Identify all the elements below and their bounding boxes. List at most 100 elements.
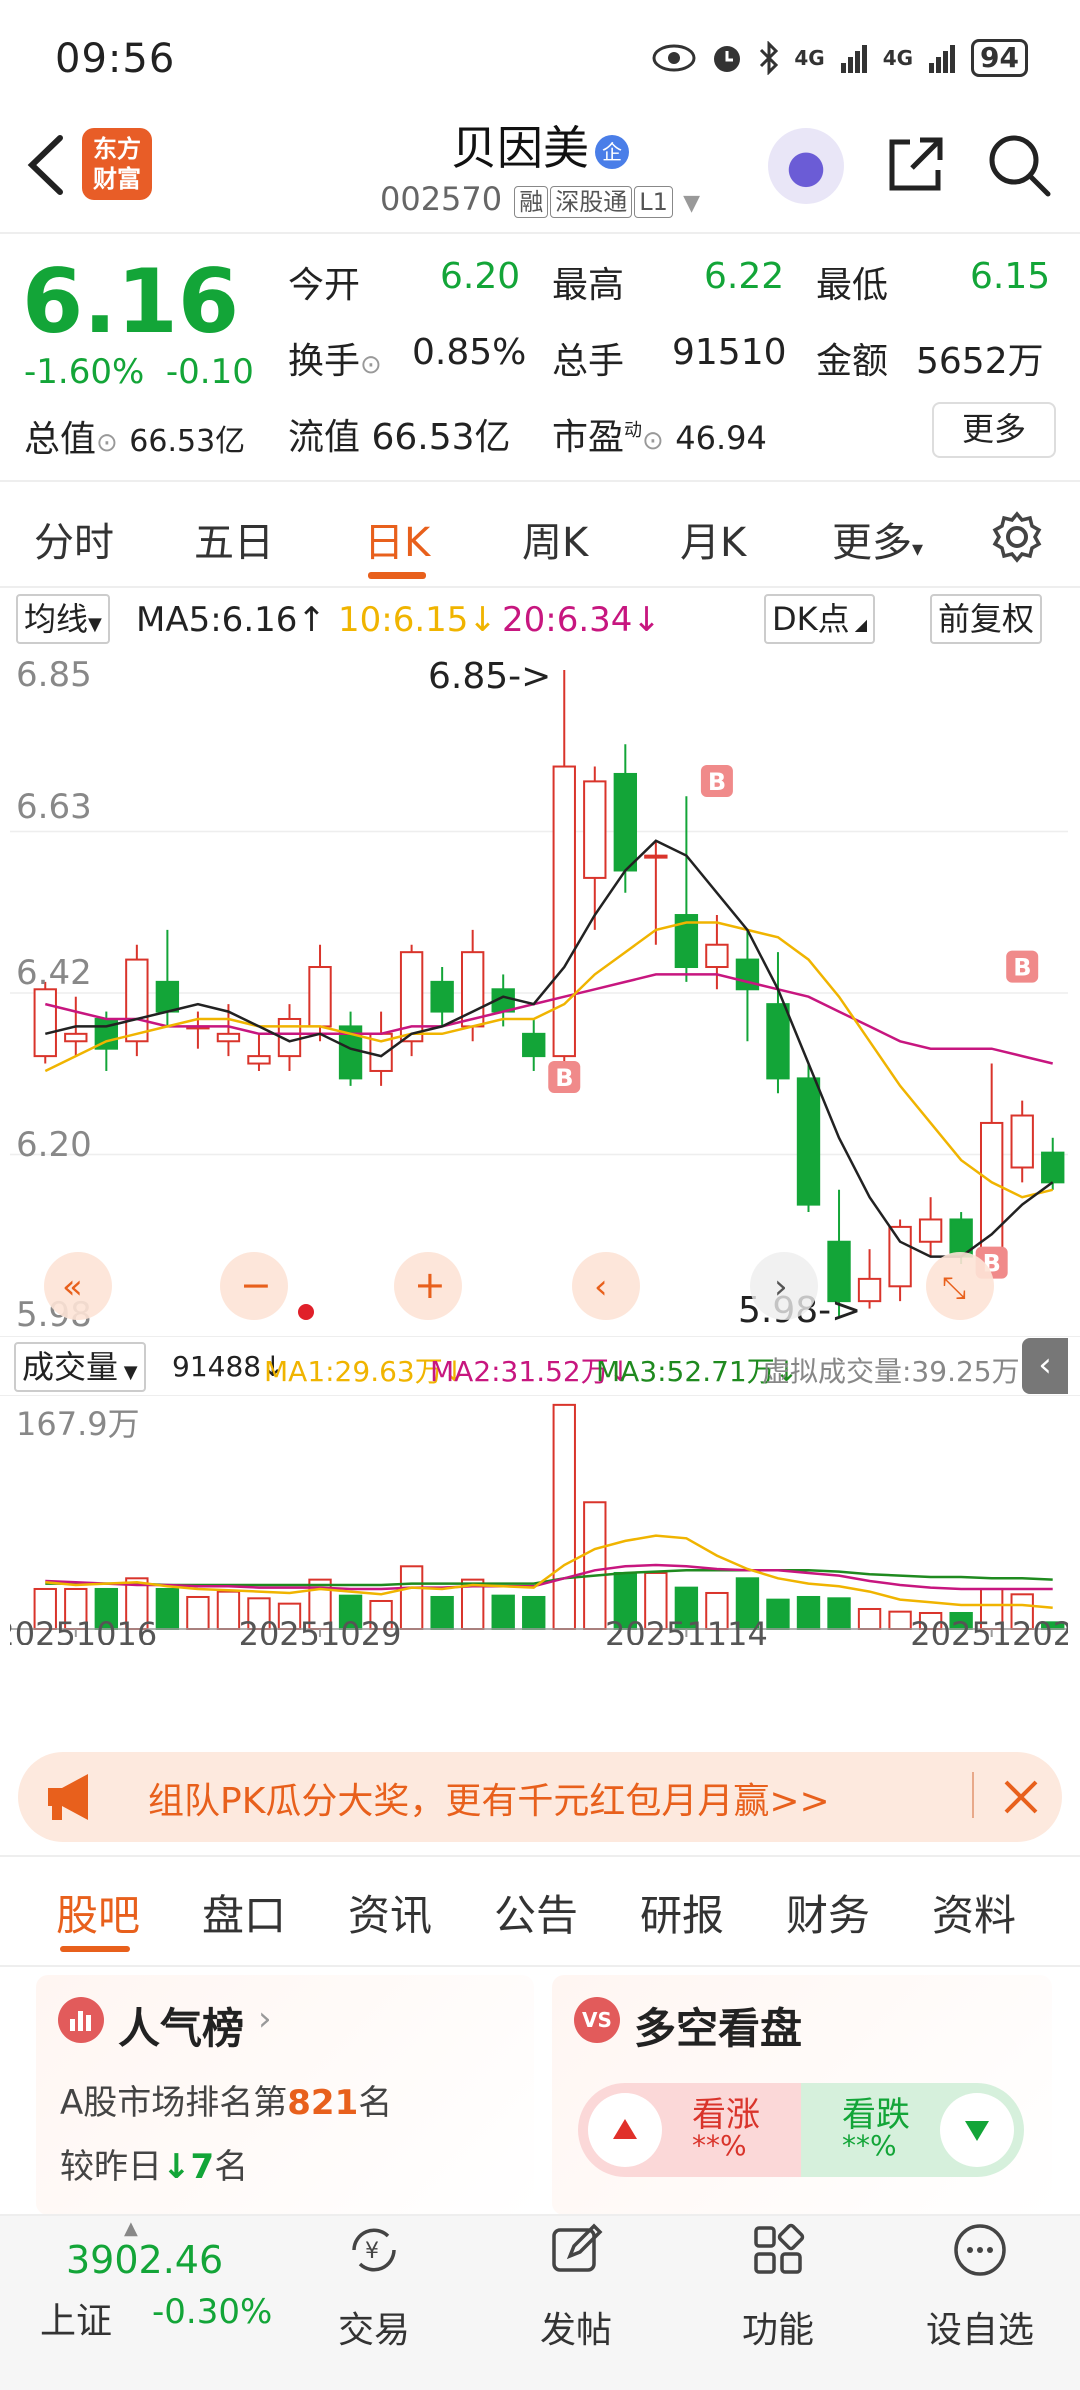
section-tab-indicator	[60, 1946, 130, 1952]
tag-level: L1	[634, 186, 673, 218]
candle-body	[583, 780, 607, 879]
candle-body	[1010, 1114, 1034, 1169]
open-value: 6.20	[440, 256, 521, 297]
zoom-out-button[interactable]: −	[220, 1252, 288, 1320]
candle	[796, 1063, 821, 1213]
assistant-avatar[interactable]	[768, 128, 844, 204]
tab-research[interactable]: 研报	[640, 1882, 724, 1943]
turnover-value: 0.85%	[412, 332, 527, 373]
status-icons: 4G 4G 94	[652, 36, 1028, 80]
chart-bars-icon	[58, 1997, 104, 2043]
tab-financials[interactable]: 财务	[786, 1882, 870, 1943]
close-icon[interactable]	[998, 1774, 1044, 1820]
high-label: 最高	[552, 265, 625, 306]
scroll-right-button[interactable]: ›	[750, 1252, 818, 1320]
share-icon[interactable]	[884, 132, 948, 196]
volume-max-label: 167.9万	[16, 1405, 140, 1443]
tab-monthly-k[interactable]: 月K	[680, 510, 746, 568]
ma10-value: 10:6.15↓	[338, 600, 497, 640]
battery-indicator: 94	[971, 39, 1028, 77]
fullscreen-button[interactable]: ⤡	[926, 1252, 994, 1320]
index-value[interactable]: 3902.46	[66, 2238, 223, 2282]
signal-icon-2: 4G	[882, 46, 914, 70]
tabs-divider	[0, 586, 1080, 588]
volume-bar	[552, 1403, 576, 1630]
nav-trade[interactable]: ¥ 交易	[304, 2220, 444, 2353]
collapse-panel-button[interactable]: ‹	[1022, 1338, 1068, 1394]
scroll-left-button[interactable]: ‹	[572, 1252, 640, 1320]
amount-label: 金额	[816, 341, 889, 382]
tab-profile[interactable]: 资料	[932, 1882, 1016, 1943]
tab-news[interactable]: 资讯	[348, 1882, 432, 1943]
megaphone-icon	[48, 1774, 88, 1820]
adjust-selector[interactable]: 前复权	[930, 594, 1043, 644]
dk-point-toggle[interactable]: DK点 ◢	[764, 594, 876, 644]
zoom-in-button[interactable]: +	[394, 1252, 462, 1320]
candle	[369, 1011, 393, 1086]
grid-icon	[754, 2223, 805, 2274]
scroll-left-fast-button[interactable]: «	[44, 1252, 112, 1320]
svg-text:−: −	[240, 1263, 272, 1307]
nav-features[interactable]: 功能	[708, 2220, 848, 2353]
settings-gear-icon[interactable]	[990, 510, 1044, 564]
tab-intraday[interactable]: 分时	[34, 510, 114, 568]
x-tick-label: 20251016	[10, 1615, 157, 1645]
candle-body	[247, 1055, 271, 1065]
search-icon[interactable]	[986, 132, 1052, 198]
nav-post[interactable]: 发帖	[506, 2220, 646, 2353]
total-market-value: 总值⊙ 66.53亿	[24, 419, 246, 460]
candle-body	[918, 1218, 943, 1243]
popularity-card[interactable]: 人气榜 › A股市场排名第821名 较昨日↓7名	[36, 1975, 534, 2215]
banner-text: 组队PK瓜分大奖，更有千元红包月月赢>>	[148, 1781, 830, 1822]
volume-label: 总手	[552, 341, 625, 382]
candle-body	[1041, 1151, 1065, 1184]
y-tick-1: 6.63	[16, 787, 92, 827]
svg-text:«: «	[62, 1267, 83, 1307]
volume-selector[interactable]: 成交量 ▼	[14, 1342, 146, 1392]
period-tabs: 分时 五日 日K 周K 月K 更多▾	[0, 482, 1080, 586]
candle-body	[766, 1003, 790, 1080]
nav-watchlist[interactable]: 设自选	[910, 2220, 1050, 2353]
max-price-mark: 6.85->	[428, 656, 551, 697]
svg-text:⤡: ⤡	[942, 1271, 966, 1306]
tab-forum[interactable]: 股吧	[56, 1882, 140, 1943]
ma-selector[interactable]: 均线▼	[16, 594, 110, 644]
index-change[interactable]: -0.30%	[152, 2292, 272, 2332]
tag-connect: 深股通	[550, 186, 633, 218]
caret-up-icon: ▲	[124, 2218, 138, 2239]
tab-weekly-k[interactable]: 周K	[522, 510, 588, 568]
turnover-label: 换手⊙	[288, 341, 382, 382]
tab-five-day[interactable]: 五日	[194, 510, 274, 568]
promo-banner[interactable]: 组队PK瓜分大奖，更有千元红包月月赢>>	[18, 1752, 1062, 1842]
candle	[857, 1249, 882, 1309]
x-tick-label: 20251202	[910, 1615, 1068, 1645]
tab-more[interactable]: 更多▾	[832, 510, 923, 568]
high-value: 6.22	[704, 256, 785, 297]
volume-bar	[827, 1597, 851, 1630]
ma10-line	[44, 921, 1053, 1199]
sentiment-title: 多空看盘	[634, 2004, 803, 2053]
index-name[interactable]: 上证	[40, 2292, 112, 2344]
vote-up-button[interactable]	[588, 2093, 662, 2167]
more-dots-icon	[954, 2224, 1006, 2276]
dropdown-caret-icon[interactable]: ▼	[683, 191, 700, 216]
vote-down-button[interactable]	[940, 2093, 1014, 2167]
sentiment-card[interactable]: VS 多空看盘 看涨 **% 看跌 **%	[552, 1975, 1052, 2215]
price-change: -1.60% -0.10	[24, 352, 254, 392]
tab-daily-k[interactable]: 日K	[364, 510, 430, 568]
tab-orderbook[interactable]: 盘口	[202, 1882, 286, 1943]
chevron-right-icon: ›	[258, 1999, 272, 2039]
candle	[1010, 1100, 1034, 1183]
candle-body	[308, 966, 332, 1028]
y-tick-0: 6.85	[16, 655, 92, 695]
candle-body	[796, 1077, 821, 1206]
candlestick-chart[interactable]: BBBB 6.85 6.63 6.42 6.20 5.98 6.85-> 5.9…	[10, 650, 1068, 1336]
buy-signal-marker: B	[700, 765, 733, 798]
candle	[1041, 1137, 1065, 1190]
vote-down-value: **%	[842, 2129, 897, 2162]
popularity-title: 人气榜	[118, 2004, 245, 2053]
x-tick-label: 20251114	[605, 1615, 768, 1645]
more-quote-button[interactable]: 更多	[932, 402, 1056, 458]
candle	[522, 1018, 546, 1071]
tab-announcements[interactable]: 公告	[494, 1882, 578, 1943]
